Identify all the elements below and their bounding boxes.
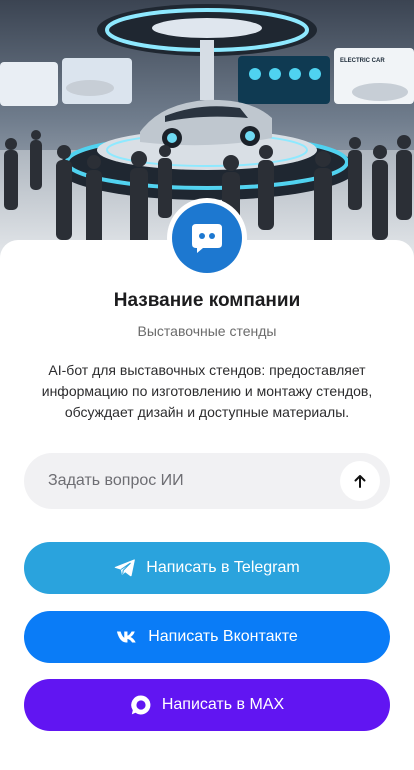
company-description: AI-бот для выставочных стендов: предоста… [41,362,373,420]
arrow-up-icon [354,475,366,488]
chat-bot-icon [192,224,222,253]
company-category: Выставочные стенды [137,323,277,339]
company-name: Название компании [113,290,301,311]
max-button[interactable]: Написать в MAX [24,679,390,731]
max-icon [130,694,152,716]
telegram-button[interactable]: Написать в Telegram [24,542,390,594]
max-button-label: Написать в MAX [161,696,285,713]
avatar [172,203,242,273]
telegram-button-label: Написать в Telegram [146,559,300,576]
send-button[interactable] [340,461,380,501]
vk-icon [116,626,138,648]
ask-ai-placeholder: Задать вопрос ИИ [48,472,184,489]
hero-sign-text: ELECTRIC CAR [340,58,385,64]
ask-ai-input[interactable]: Задать вопрос ИИ [24,453,390,509]
vk-button-label: Написать Вконтакте [148,628,298,645]
telegram-icon [114,557,136,579]
vk-button[interactable]: Написать Вконтакте [24,611,390,663]
